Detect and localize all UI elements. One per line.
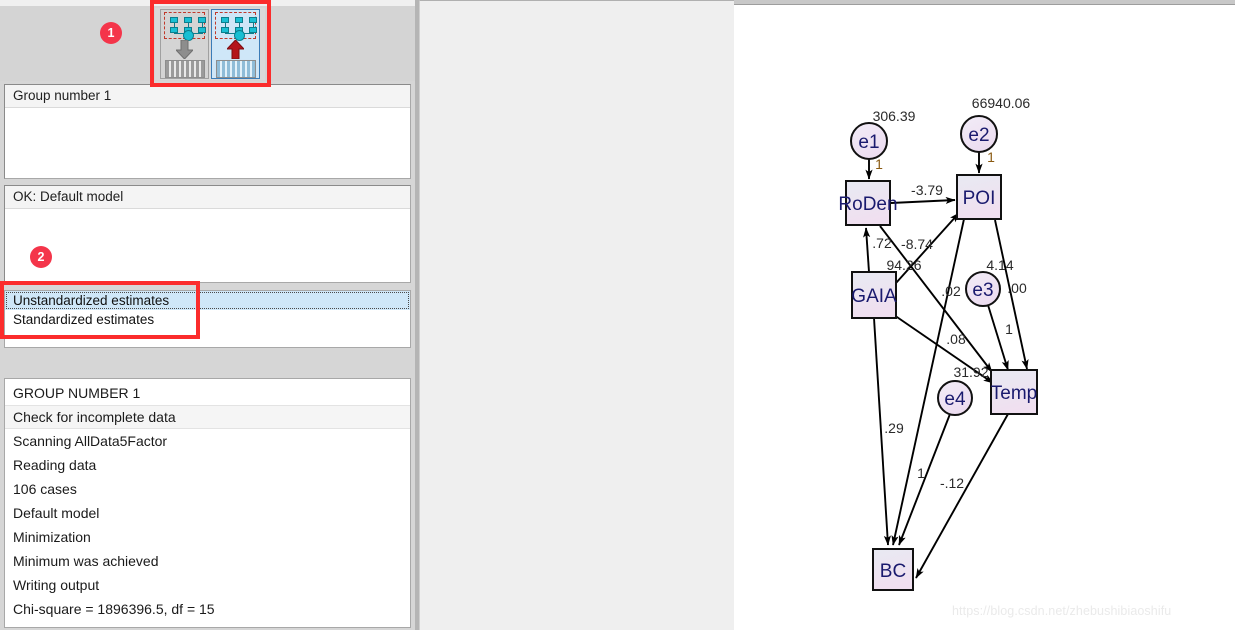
node-label-e1: e1 <box>858 132 879 153</box>
log-row[interactable]: Reading data <box>5 453 410 477</box>
log-row[interactable]: Default model <box>5 501 410 525</box>
log-row[interactable]: Minimization <box>5 525 410 549</box>
annotation-badge-1: 1 <box>100 22 122 44</box>
models-panel[interactable]: OK: Default model <box>4 185 411 283</box>
edge-label-e1-roden: 1 <box>875 156 883 172</box>
node-label-Temp: Temp <box>991 383 1037 404</box>
watermark: https://blog.csdn.net/zhebushibiaoshifu <box>952 604 1172 618</box>
edge-label-gaia-temp: .08 <box>946 331 966 347</box>
edge-label-poi-temp: .00 <box>1007 280 1027 296</box>
annotation-badge-2: 2 <box>30 246 52 268</box>
annotation-box-1 <box>150 0 271 87</box>
path-diagram: e1 e2 e3 e4 RoDen POI GAIA Temp BC 306.3… <box>838 95 1038 591</box>
edge-label-e4-bc: 1 <box>917 465 925 481</box>
variance-label-e1: 306.39 <box>873 108 916 124</box>
node-label-RoDen: RoDen <box>838 194 897 215</box>
annotation-box-2 <box>0 281 200 339</box>
path-diagram-canvas[interactable]: e1 e2 e3 e4 RoDen POI GAIA Temp BC 306.3… <box>734 6 1235 630</box>
node-label-GAIA: GAIA <box>851 286 897 307</box>
node-label-POI: POI <box>963 188 996 209</box>
log-row[interactable]: Chi-square = 1896396.5, df = 15 <box>5 597 410 621</box>
node-label-e4: e4 <box>944 389 966 410</box>
edge-label-roden-poi: -3.79 <box>911 182 943 198</box>
variance-label-e4: 31.92 <box>953 364 988 380</box>
edge-label-temp-bc: -.12 <box>940 475 964 491</box>
variance-label-e3: 4.14 <box>986 257 1013 273</box>
edge-label-gaia-roden: .72 <box>872 235 892 251</box>
groups-panel-header[interactable]: Group number 1 <box>5 85 410 108</box>
edge-label-e3-temp: 1 <box>1005 321 1013 337</box>
edge-label-gaia-poi: -8.74 <box>901 236 933 252</box>
log-row[interactable]: Scanning AllData5Factor <box>5 429 410 453</box>
log-row[interactable]: 106 cases <box>5 477 410 501</box>
log-row[interactable]: Minimum was achieved <box>5 549 410 573</box>
amos-output-window: Group number 1 OK: Default model Unstand… <box>0 0 1235 630</box>
log-row[interactable]: Check for incomplete data <box>5 405 410 429</box>
node-label-e2: e2 <box>968 125 989 146</box>
model-navigator-pane[interactable] <box>419 0 734 630</box>
output-log-panel[interactable]: GROUP NUMBER 1 Check for incomplete data… <box>4 378 411 628</box>
edge-label-roden-temp: .02 <box>941 283 961 299</box>
node-label-e3: e3 <box>972 280 993 301</box>
edge-label-poi-bc: 94.26 <box>886 257 921 273</box>
variance-label-e2: 66940.06 <box>972 95 1031 111</box>
edge-label-gaia-bc: .29 <box>884 420 904 436</box>
log-row[interactable]: GROUP NUMBER 1 <box>5 381 410 405</box>
edge-label-e2-poi: 1 <box>987 149 995 165</box>
log-row[interactable]: Writing output <box>5 573 410 597</box>
groups-panel[interactable]: Group number 1 <box>4 84 411 179</box>
node-label-BC: BC <box>880 561 906 582</box>
models-panel-header[interactable]: OK: Default model <box>5 186 410 209</box>
